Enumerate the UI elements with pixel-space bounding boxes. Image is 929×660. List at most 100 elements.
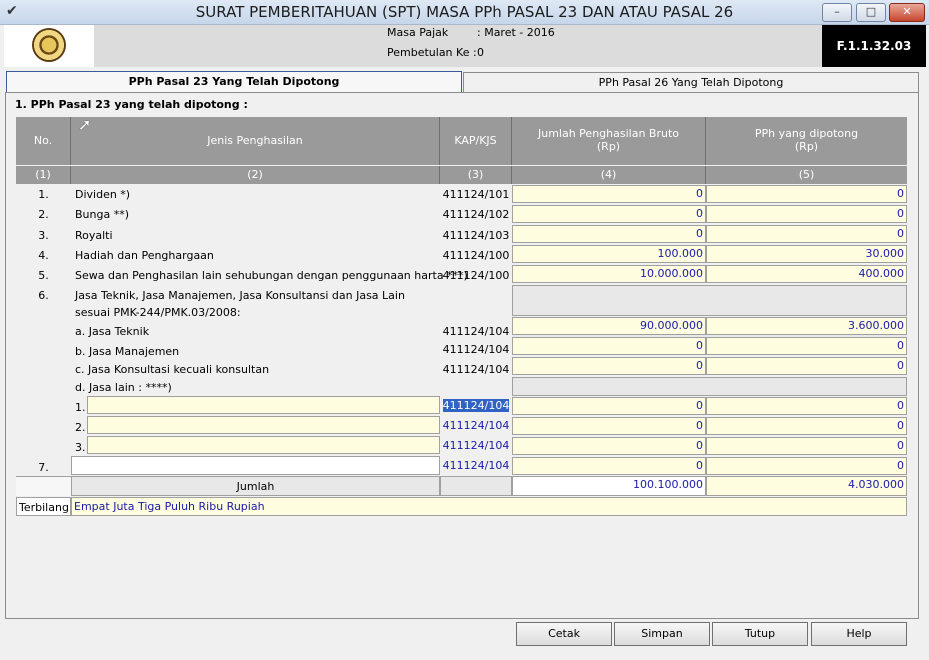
minimize-button[interactable]: – xyxy=(822,3,852,22)
pph-input[interactable]: 0 xyxy=(706,437,907,455)
row-number: 1. xyxy=(75,401,86,414)
total-pph: 4.030.000 xyxy=(706,476,907,496)
kap-select-value: 411124/104 xyxy=(442,399,510,412)
row-label: a. Jasa Teknik xyxy=(75,325,150,338)
pph-input[interactable]: 0 xyxy=(706,397,907,415)
cetak-button[interactable]: Cetak xyxy=(516,622,612,646)
help-button[interactable]: Help xyxy=(811,622,907,646)
jasa-lain-name-input[interactable] xyxy=(87,396,440,414)
row-number: 3. xyxy=(75,441,86,454)
row-number: 4. xyxy=(38,249,49,262)
row6-label-line1: Jasa Teknik, Jasa Manajemen, Jasa Konsul… xyxy=(75,289,405,302)
kap-select[interactable]: 411124/104 xyxy=(440,459,512,472)
bruto-input[interactable]: 10.000.000 xyxy=(512,265,706,283)
col-header-pph: PPh yang dipotong (Rp) xyxy=(706,117,907,165)
masa-pajak-label: Masa Pajak xyxy=(387,26,449,39)
pembetulan-value: 0 xyxy=(477,46,484,59)
col-number-5: (5) xyxy=(706,166,907,184)
row-label: Hadiah dan Penghargaan xyxy=(75,249,214,262)
total-label: Jumlah xyxy=(71,476,440,496)
row-kap: 411124/102 xyxy=(442,208,510,221)
pph-input[interactable]: 3.600.000 xyxy=(706,317,907,335)
header-info: Masa Pajak : Maret - 2016 Pembetulan Ke … xyxy=(94,25,822,67)
jasa-lain-spacer xyxy=(512,377,907,396)
row-label: b. Jasa Manajemen xyxy=(75,345,180,358)
bruto-input[interactable]: 0 xyxy=(512,437,706,455)
bruto-input[interactable]: 100.000 xyxy=(512,245,706,263)
pph-input[interactable]: 0 xyxy=(706,357,907,375)
row-number: 5. xyxy=(38,269,49,282)
bruto-input[interactable]: 0 xyxy=(512,357,706,375)
row-kap: 411124/101 xyxy=(442,188,510,201)
kap-select[interactable]: 411124/104 xyxy=(440,439,512,452)
row-kap: 411124/104 xyxy=(442,343,510,356)
mouse-cursor-icon: ➚ xyxy=(78,115,92,134)
row-number: 6. xyxy=(38,289,49,302)
tutup-button[interactable]: Tutup xyxy=(712,622,808,646)
row-number: 3. xyxy=(38,229,49,242)
row-kap: 411124/100 xyxy=(442,249,510,262)
col-number-4: (4) xyxy=(512,166,706,184)
row7-name-input[interactable] xyxy=(71,456,440,475)
row6-label-line2: sesuai PMK-244/PMK.03/2008: xyxy=(75,306,241,319)
jasa-lain-name-input[interactable] xyxy=(87,436,440,454)
pph-input[interactable]: 400.000 xyxy=(706,265,907,283)
pph-input[interactable]: 0 xyxy=(706,457,907,475)
row-kap: 411124/104 xyxy=(442,325,510,338)
pph-input[interactable]: 0 xyxy=(706,205,907,223)
jasa-lain-label: d. Jasa lain : ****) xyxy=(75,381,172,394)
total-kap-cell xyxy=(440,476,512,496)
row-kap: 411124/100 xyxy=(442,269,510,282)
window-title: SURAT PEMBERITAHUAN (SPT) MASA PPh PASAL… xyxy=(195,3,734,21)
tax-office-emblem-icon xyxy=(32,28,66,62)
col-header-bruto-line1: Jumlah Penghasilan Bruto xyxy=(537,127,679,140)
col-header-bruto-line2: (Rp) xyxy=(596,140,621,153)
row-kap: 411124/104 xyxy=(442,363,510,376)
row-label: Royalti xyxy=(75,229,113,242)
section-title: 1. PPh Pasal 23 yang telah dipotong : xyxy=(15,98,248,111)
col-header-bruto: Jumlah Penghasilan Bruto (Rp) xyxy=(512,117,706,165)
row-number: 2. xyxy=(38,208,49,221)
close-button[interactable]: ✕ xyxy=(889,3,925,22)
tab-pph-23[interactable]: PPh Pasal 23 Yang Telah Dipotong xyxy=(6,71,462,94)
pph-input[interactable]: 30.000 xyxy=(706,245,907,263)
kap-select[interactable]: 411124/104 xyxy=(440,419,512,432)
col-header-no: No. xyxy=(16,117,71,165)
pph-input[interactable]: 0 xyxy=(706,337,907,355)
form-code: F.1.1.32.03 xyxy=(822,25,926,67)
bruto-input[interactable]: 90.000.000 xyxy=(512,317,706,335)
col-number-2: (2) xyxy=(71,166,440,184)
maximize-button[interactable]: □ xyxy=(856,3,886,22)
row-label: Dividen *) xyxy=(75,188,131,201)
simpan-button[interactable]: Simpan xyxy=(614,622,710,646)
bruto-input[interactable]: 0 xyxy=(512,417,706,435)
kap-select[interactable]: 411124/104 xyxy=(440,399,512,412)
col-header-jenis: Jenis Penghasilan xyxy=(71,117,440,165)
pembetulan-label: Pembetulan Ke : xyxy=(387,46,477,59)
jasa-lain-name-input[interactable] xyxy=(87,416,440,434)
col-number-3: (3) xyxy=(440,166,512,184)
total-no-cell xyxy=(16,476,71,496)
bruto-input[interactable]: 0 xyxy=(512,337,706,355)
bruto-input[interactable]: 0 xyxy=(512,397,706,415)
row6-spacer xyxy=(512,285,907,316)
terbilang-label: Terbilang xyxy=(16,497,71,516)
col-header-pph-line2: (Rp) xyxy=(794,140,819,153)
col-header-kap: KAP/KJS xyxy=(440,117,512,165)
bruto-input[interactable]: 0 xyxy=(512,457,706,475)
row-kap: 411124/103 xyxy=(442,229,510,242)
col-header-pph-line1: PPh yang dipotong xyxy=(754,127,859,140)
bruto-input[interactable]: 0 xyxy=(512,185,706,203)
title-bar: ✔ SURAT PEMBERITAHUAN (SPT) MASA PPh PAS… xyxy=(0,0,929,25)
row-label: Bunga **) xyxy=(75,208,130,221)
pph-input[interactable]: 0 xyxy=(706,417,907,435)
bruto-input[interactable]: 0 xyxy=(512,205,706,223)
row-number: 7. xyxy=(38,461,49,474)
pph-input[interactable]: 0 xyxy=(706,185,907,203)
pph-input[interactable]: 0 xyxy=(706,225,907,243)
row-label: Sewa dan Penghasilan lain sehubungan den… xyxy=(75,269,468,282)
terbilang-value: Empat Juta Tiga Puluh Ribu Rupiah xyxy=(71,497,907,516)
bruto-input[interactable]: 0 xyxy=(512,225,706,243)
logo-area xyxy=(4,25,94,67)
tab-pph-26[interactable]: PPh Pasal 26 Yang Telah Dipotong xyxy=(463,72,919,93)
